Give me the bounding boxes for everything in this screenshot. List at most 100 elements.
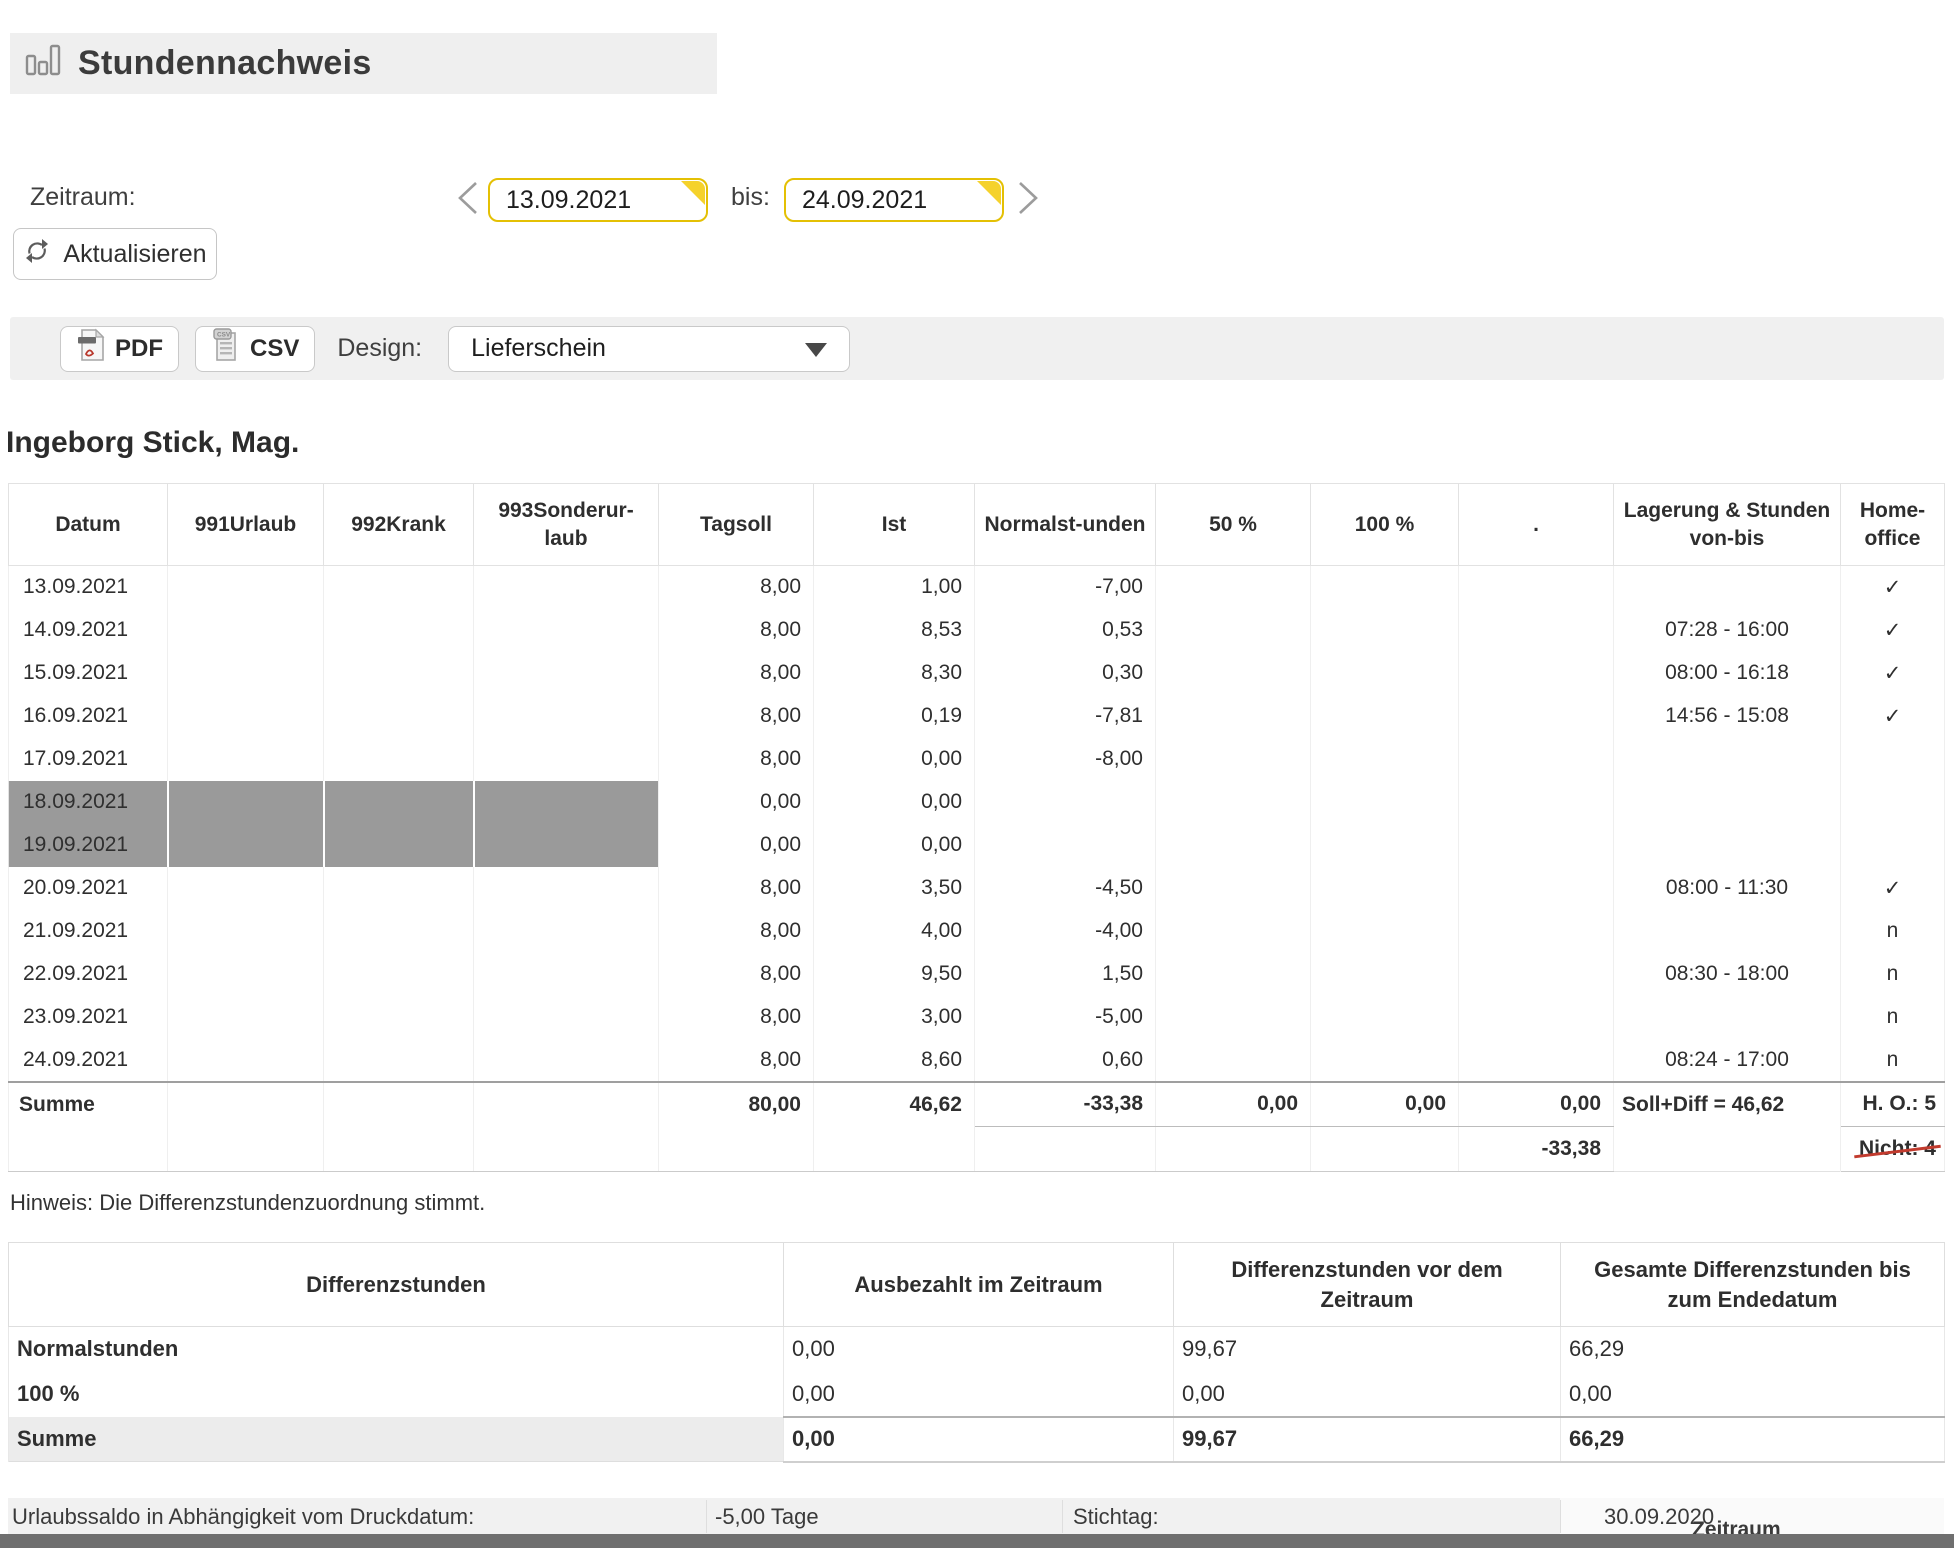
cell-992krank <box>324 1039 474 1082</box>
diff-paid-value: 0,00 <box>784 1327 1174 1372</box>
cell-993sonderurlaub <box>474 652 659 695</box>
cell-991urlaub <box>168 867 324 910</box>
cell-992krank <box>324 695 474 738</box>
date-to-field[interactable] <box>784 178 1004 222</box>
table-row: 15.09.20218,008,300,3008:00 - 16:18✓ <box>9 652 1945 695</box>
cell-100pct <box>1311 824 1459 867</box>
pdf-file-icon <box>76 328 106 369</box>
cell-ist: 9,50 <box>814 953 975 996</box>
diff-col-gesamt: Gesamte Differenzstunden bis zum Endedat… <box>1561 1243 1945 1327</box>
summary-50pct: 0,00 <box>1156 1082 1311 1127</box>
cell-50pct <box>1156 566 1311 609</box>
csv-export-button[interactable]: CSV CSV <box>195 326 315 372</box>
table-row: 23.09.20218,003,00-5,00n <box>9 996 1945 1039</box>
cell-100pct <box>1311 867 1459 910</box>
cell-100pct <box>1311 652 1459 695</box>
csv-button-label: CSV <box>250 335 299 363</box>
cell-tagsoll: 8,00 <box>659 652 814 695</box>
cell-993sonderurlaub <box>474 738 659 781</box>
cell-dot <box>1459 781 1614 824</box>
cell-993sonderurlaub <box>474 695 659 738</box>
cell-993sonderurlaub <box>474 910 659 953</box>
next-period-button[interactable] <box>1010 176 1044 220</box>
cell-homeoffice <box>1841 824 1945 867</box>
col-header-tagsoll: Tagsoll <box>659 484 814 566</box>
period-label: Zeitraum: <box>30 183 136 212</box>
cell-von-bis: 08:30 - 18:00 <box>1614 953 1841 996</box>
cell-dot <box>1459 609 1614 652</box>
cell-992krank <box>324 781 474 824</box>
summary-nicht-count: Nicht: 4 <box>1841 1127 1945 1172</box>
col-header-993sonderurlaub: 993Sonderur-laub <box>474 484 659 566</box>
cell-100pct <box>1311 996 1459 1039</box>
homeoffice-check-icon: ✓ <box>1841 609 1945 652</box>
cell-993sonderurlaub <box>474 996 659 1039</box>
cell-50pct <box>1156 738 1311 781</box>
cell-993sonderurlaub <box>474 867 659 910</box>
date-to-input[interactable] <box>784 178 1004 222</box>
diff-total-value: 0,00 <box>1561 1372 1945 1417</box>
cell-normalstunden: -8,00 <box>975 738 1156 781</box>
diff-header-row: Differenzstunden Ausbezahlt im Zeitraum … <box>9 1243 1945 1327</box>
cell-tagsoll: 8,00 <box>659 695 814 738</box>
cell-992krank <box>324 566 474 609</box>
diff-row: 100 %0,000,000,00 <box>9 1372 1945 1417</box>
table-row: 21.09.20218,004,00-4,00n <box>9 910 1945 953</box>
summary-homeoffice-count: H. O.: 5 <box>1841 1082 1945 1127</box>
cell-dot <box>1459 910 1614 953</box>
cell-ist: 3,50 <box>814 867 975 910</box>
pdf-export-button[interactable]: PDF <box>60 326 179 372</box>
col-header-50pct: 50 % <box>1156 484 1311 566</box>
cell-normalstunden: -4,00 <box>975 910 1156 953</box>
employee-name: Ingeborg Stick, Mag. <box>6 426 299 460</box>
cell-993sonderurlaub <box>474 781 659 824</box>
refresh-button[interactable]: Aktualisieren <box>13 228 217 280</box>
cell-tagsoll: 8,00 <box>659 996 814 1039</box>
vacation-balance-value: -5,00 Tage <box>715 1504 819 1530</box>
diff-before-value: 0,00 <box>1174 1372 1561 1417</box>
cell-50pct <box>1156 609 1311 652</box>
calendar-fold-icon[interactable] <box>681 181 705 205</box>
diff-col-differenzstunden: Differenzstunden <box>9 1243 784 1327</box>
summary-soll-diff: Soll+Diff = 46,62 <box>1614 1082 1841 1127</box>
cell-50pct <box>1156 953 1311 996</box>
cell-50pct <box>1156 996 1311 1039</box>
design-dropdown[interactable]: Lieferschein <box>448 326 850 372</box>
previous-period-button[interactable] <box>452 176 486 220</box>
cell-dot <box>1459 824 1614 867</box>
table-row: 24.09.20218,008,600,6008:24 - 17:00n <box>9 1039 1945 1082</box>
diff-before-value: 99,67 <box>1174 1417 1561 1462</box>
cell-datum: 22.09.2021 <box>9 953 168 996</box>
svg-text:CSV: CSV <box>217 332 231 339</box>
cell-von-bis: 07:28 - 16:00 <box>1614 609 1841 652</box>
cell-991urlaub <box>168 738 324 781</box>
cell-991urlaub <box>168 953 324 996</box>
cell-993sonderurlaub <box>474 953 659 996</box>
page-title: Stundennachweis <box>78 44 372 83</box>
cell-dot <box>1459 695 1614 738</box>
cell-100pct <box>1311 566 1459 609</box>
summary-dot-total: -33,38 <box>1459 1127 1614 1172</box>
cell-tagsoll: 0,00 <box>659 781 814 824</box>
col-header-dot: . <box>1459 484 1614 566</box>
cell-tagsoll: 8,00 <box>659 953 814 996</box>
cell-von-bis <box>1614 781 1841 824</box>
cell-ist: 8,60 <box>814 1039 975 1082</box>
cell-991urlaub <box>168 609 324 652</box>
table-row: 17.09.20218,000,00-8,00 <box>9 738 1945 781</box>
cell-ist: 0,00 <box>814 781 975 824</box>
calendar-fold-icon[interactable] <box>977 181 1001 205</box>
date-from-field[interactable] <box>488 178 708 222</box>
diff-row-label: Summe <box>9 1417 784 1462</box>
date-from-input[interactable] <box>488 178 708 222</box>
col-header-homeoffice: Home-office <box>1841 484 1945 566</box>
cell-normalstunden: 1,50 <box>975 953 1156 996</box>
cell-993sonderurlaub <box>474 609 659 652</box>
cell-ist: 0,00 <box>814 824 975 867</box>
vacation-balance-label: Urlaubssaldo in Abhängigkeit vom Druckda… <box>12 1504 474 1530</box>
cell-dot <box>1459 652 1614 695</box>
cell-normalstunden <box>975 824 1156 867</box>
cell-von-bis: 08:24 - 17:00 <box>1614 1039 1841 1082</box>
cell-991urlaub <box>168 781 324 824</box>
cell-datum: 13.09.2021 <box>9 566 168 609</box>
